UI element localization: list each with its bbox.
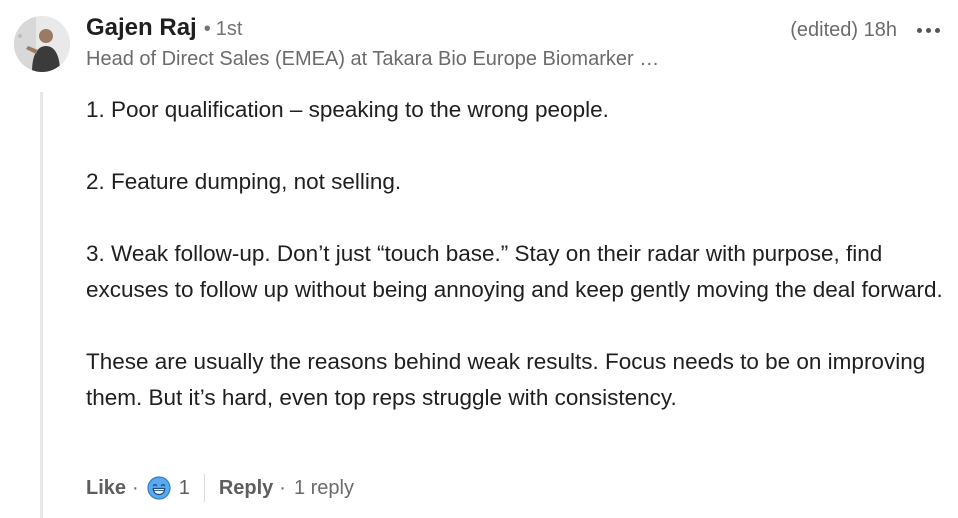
action-separator: · — [279, 476, 286, 499]
thread-line — [40, 92, 43, 518]
author-avatar[interactable] — [14, 16, 70, 72]
like-button[interactable]: Like — [86, 477, 126, 500]
laugh-reaction-icon[interactable] — [147, 476, 171, 500]
comment-paragraph: These are usually the reasons behind wea… — [86, 349, 926, 410]
degree-separator: • — [203, 18, 211, 40]
comment-meta: (edited) 18h — [790, 14, 940, 46]
author-headline[interactable]: Head of Direct Sales (EMEA) at Takara Bi… — [86, 48, 659, 71]
reply-button[interactable]: Reply — [219, 477, 273, 500]
comment-paragraph: 1. Poor qualification – speaking to the … — [86, 97, 609, 122]
comment-paragraph: 2. Feature dumping, not selling. — [86, 169, 402, 194]
actions-divider — [203, 474, 205, 502]
connection-degree: 1st — [215, 18, 243, 40]
comment-timestamp: (edited) 18h — [790, 18, 897, 41]
avatar-photo — [14, 16, 70, 72]
author-row: Gajen Raj • 1st — [86, 14, 242, 46]
comment-actions: Like · 1 Reply · 1 reply — [86, 472, 354, 504]
reply-count-link[interactable]: 1 reply — [294, 477, 354, 500]
reaction-count[interactable]: 1 — [179, 477, 190, 500]
action-separator: · — [132, 476, 139, 499]
ellipsis-icon[interactable] — [917, 18, 940, 42]
comment-paragraph: 3. Weak follow-up. Don’t just “touch bas… — [86, 241, 943, 302]
author-name[interactable]: Gajen Raj — [86, 14, 197, 42]
comment-body: 1. Poor qualification – speaking to the … — [86, 92, 954, 416]
